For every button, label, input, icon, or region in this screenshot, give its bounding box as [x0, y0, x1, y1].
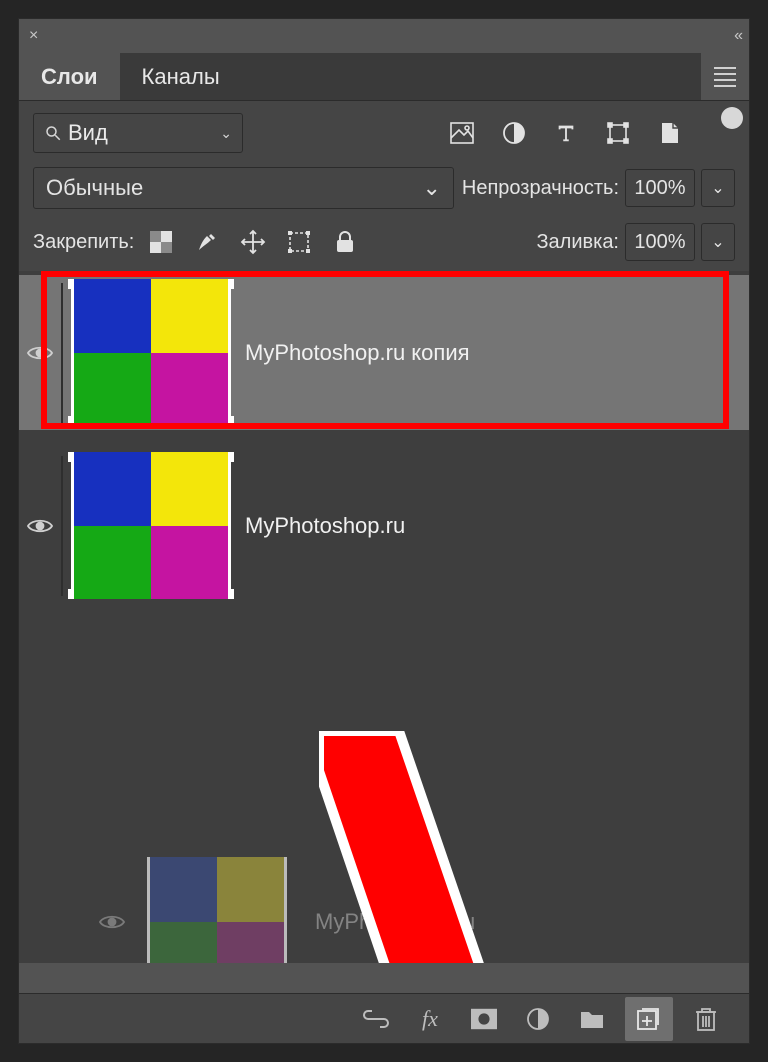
filter-adjustment-icon[interactable]	[501, 120, 527, 146]
drag-ghost-label: MyPhotoshop.ru	[315, 909, 475, 935]
visibility-toggle[interactable]	[19, 517, 61, 535]
layer-row[interactable]: MyPhotoshop.ru	[19, 448, 749, 603]
layers-list: MyPhotoshop.ru копия MyPhotoshop.ru	[19, 271, 749, 963]
opacity-dropdown[interactable]: ⌄	[701, 169, 735, 207]
delete-layer-icon[interactable]	[693, 1006, 719, 1032]
collapse-panel-icon[interactable]: «	[734, 27, 739, 45]
filter-pixel-icon[interactable]	[449, 120, 475, 146]
layer-name-label[interactable]: MyPhotoshop.ru	[245, 513, 405, 539]
lock-transparency-icon[interactable]	[148, 229, 174, 255]
blend-mode-value: Обычные	[46, 175, 143, 201]
search-icon	[44, 124, 62, 142]
fill-value-input[interactable]: 100%	[625, 223, 695, 261]
layer-row[interactable]: MyPhotoshop.ru копия	[19, 275, 749, 430]
filter-label: Вид	[68, 120, 220, 146]
opacity-label: Непрозрачность:	[462, 177, 619, 200]
lock-all-icon[interactable]	[332, 229, 358, 255]
adjustment-layer-icon[interactable]	[525, 1006, 551, 1032]
filter-toggle[interactable]	[709, 113, 735, 153]
tab-channels[interactable]: Каналы	[120, 53, 242, 100]
panel-top-bar: × «	[19, 19, 749, 53]
lock-image-icon[interactable]	[194, 229, 220, 255]
layer-thumbnail[interactable]	[71, 452, 231, 599]
chevron-down-icon: ⌄	[422, 175, 440, 201]
lock-label: Закрепить:	[33, 231, 134, 254]
tutorial-arrow	[319, 731, 549, 963]
layer-controls: Вид ⌄	[19, 101, 749, 271]
layer-mask-icon[interactable]	[471, 1006, 497, 1032]
panel-menu-icon[interactable]	[701, 53, 749, 100]
fill-label: Заливка:	[536, 231, 619, 254]
filter-smartobject-icon[interactable]	[657, 120, 683, 146]
layers-panel: × « Слои Каналы Вид ⌄	[18, 18, 750, 1044]
lock-artboard-icon[interactable]	[286, 229, 312, 255]
layer-fx-icon[interactable]: fx	[417, 1006, 443, 1032]
layer-actions-bar: fx	[19, 993, 749, 1043]
layer-filter-select[interactable]: Вид ⌄	[33, 113, 243, 153]
drag-ghost-layer: MyPhotoshop.ru	[99, 857, 475, 963]
opacity-value-input[interactable]: 100%	[625, 169, 695, 207]
filter-type-icon[interactable]	[553, 120, 579, 146]
new-layer-button[interactable]	[625, 997, 673, 1041]
fill-dropdown[interactable]: ⌄	[701, 223, 735, 261]
filter-shape-icon[interactable]	[605, 120, 631, 146]
link-layers-icon[interactable]	[363, 1006, 389, 1032]
layer-thumbnail[interactable]	[71, 279, 231, 426]
layer-name-label[interactable]: MyPhotoshop.ru копия	[245, 340, 470, 366]
lock-position-icon[interactable]	[240, 229, 266, 255]
blend-mode-select[interactable]: Обычные ⌄	[33, 167, 454, 209]
visibility-toggle[interactable]	[19, 344, 61, 362]
chevron-down-icon: ⌄	[220, 125, 232, 142]
close-icon[interactable]: ×	[29, 27, 38, 45]
tab-layers[interactable]: Слои	[19, 53, 120, 100]
new-group-icon[interactable]	[579, 1006, 605, 1032]
tabs-row: Слои Каналы	[19, 53, 749, 101]
